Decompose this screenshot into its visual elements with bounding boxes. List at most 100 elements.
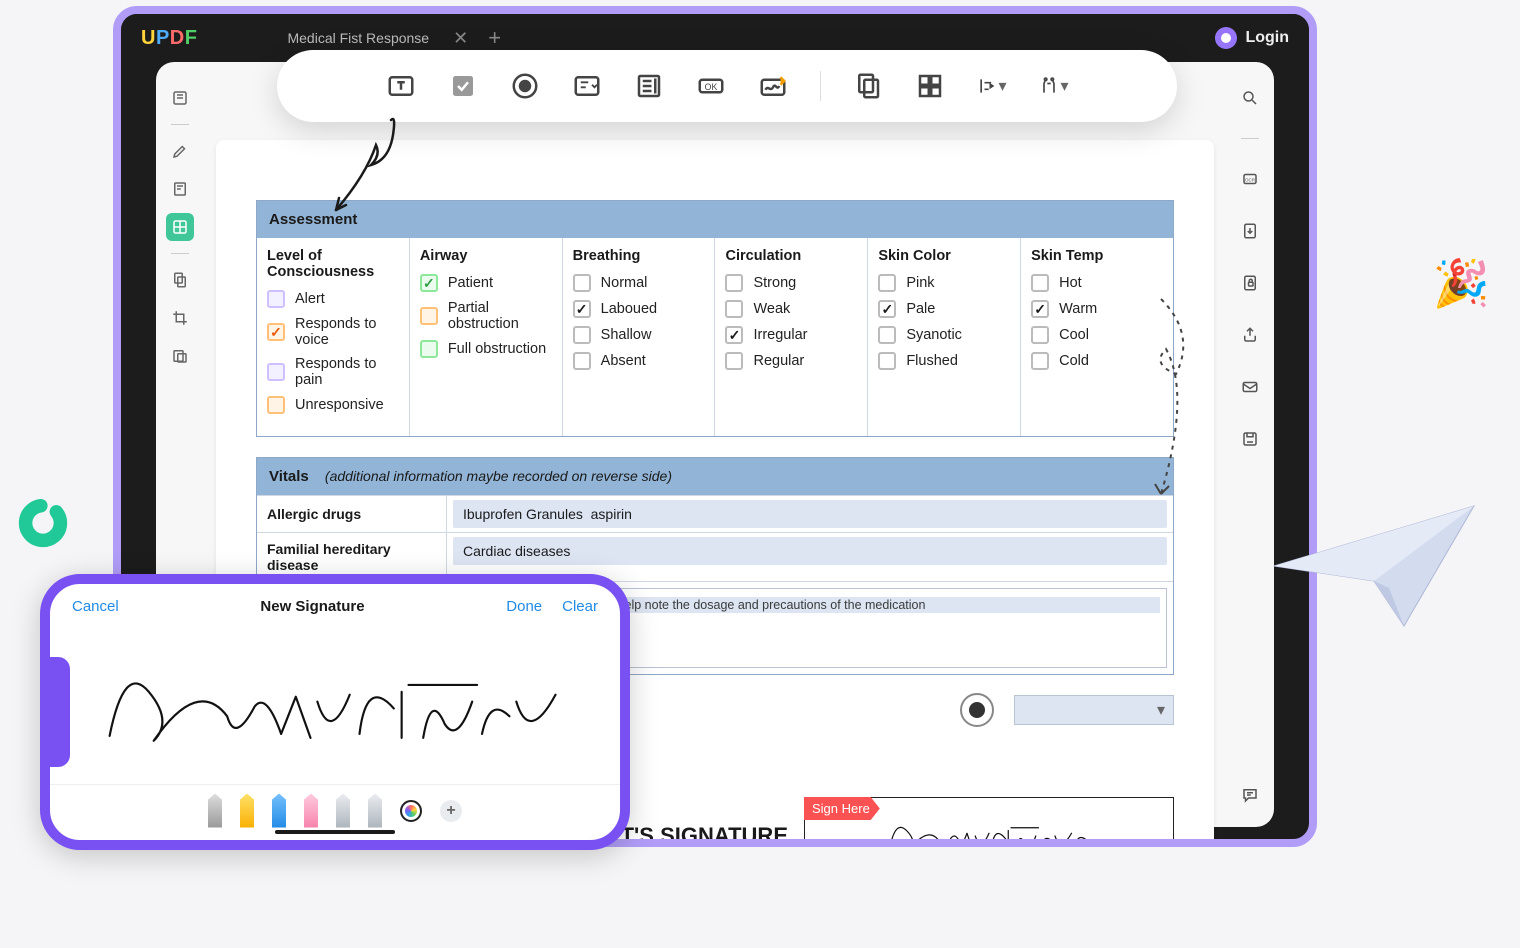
rail-divider	[1241, 138, 1259, 139]
pen-tool-blue[interactable]	[272, 794, 286, 828]
checkbox[interactable]	[878, 274, 896, 292]
checkbox-tool-icon[interactable]	[448, 71, 478, 101]
search-icon[interactable]	[1236, 84, 1264, 112]
checkbox[interactable]	[573, 300, 591, 318]
allergic-input[interactable]	[453, 500, 1167, 528]
tab-close-icon[interactable]: ✕	[453, 28, 468, 49]
listbox-tool-icon[interactable]	[634, 71, 664, 101]
dropdown-tool-icon[interactable]	[572, 71, 602, 101]
col-header: Airway	[420, 248, 552, 264]
allergic-label: Allergic drugs	[257, 496, 447, 532]
checkbox[interactable]	[725, 352, 743, 370]
button-tool-icon[interactable]: OK	[696, 71, 726, 101]
phone-mockup: Cancel New Signature Done Clear +	[40, 574, 630, 850]
phone-notch	[50, 657, 70, 767]
annotate-tool-icon[interactable]	[166, 137, 194, 165]
hand-drawn-arrow-icon	[321, 110, 411, 230]
signature-preview	[879, 806, 1099, 848]
ocr-icon[interactable]: OCR	[1236, 165, 1264, 193]
email-icon[interactable]	[1236, 373, 1264, 401]
pencil-tool[interactable]	[336, 794, 350, 828]
share-icon[interactable]	[1236, 321, 1264, 349]
checkbox[interactable]	[573, 326, 591, 344]
checkbox[interactable]	[573, 352, 591, 370]
clear-button[interactable]: Clear	[562, 598, 598, 615]
ruler-tool[interactable]	[368, 794, 382, 828]
col-header: Skin Color	[878, 248, 1010, 264]
login-label: Login	[1245, 29, 1289, 47]
checkbox[interactable]	[725, 326, 743, 344]
align-tool-icon[interactable]: ▾	[977, 71, 1007, 101]
col-skin-color: Skin Color Pink Pale Syanotic Flushed	[868, 238, 1021, 436]
checkbox[interactable]	[420, 340, 438, 358]
eraser-tool[interactable]	[304, 794, 318, 828]
copy-tool-icon[interactable]	[853, 71, 883, 101]
checkbox[interactable]	[267, 290, 285, 308]
pen-tool-highlighter[interactable]	[240, 794, 254, 828]
convert-icon[interactable]	[1236, 217, 1264, 245]
text-field-tool-icon[interactable]	[386, 71, 416, 101]
checkbox[interactable]	[725, 274, 743, 292]
comment-icon[interactable]	[1236, 781, 1264, 809]
checkbox[interactable]	[1031, 274, 1049, 292]
hereditary-input[interactable]	[453, 537, 1167, 565]
sign-here-tag: Sign Here	[804, 797, 880, 820]
dialog-title: New Signature	[260, 598, 364, 615]
col-header: Breathing	[573, 248, 705, 264]
checkbox[interactable]	[267, 323, 285, 341]
checkbox[interactable]	[420, 274, 438, 292]
new-tab-button[interactable]: +	[488, 25, 501, 51]
edit-tool-icon[interactable]	[166, 175, 194, 203]
checkbox[interactable]	[878, 352, 896, 370]
organize-tool-icon[interactable]	[166, 266, 194, 294]
radio-tool-icon[interactable]	[510, 71, 540, 101]
vitals-header: Vitals (additional information maybe rec…	[257, 458, 1173, 495]
checkbox[interactable]	[1031, 326, 1049, 344]
col-loc: Level of Consciousness Alert Responds to…	[257, 238, 410, 436]
grid-tool-icon[interactable]	[915, 71, 945, 101]
toolbar-divider	[820, 71, 821, 101]
protect-icon[interactable]	[1236, 269, 1264, 297]
col-header: Level of Consciousness	[267, 248, 399, 280]
form-tool-icon[interactable]	[166, 213, 194, 241]
reader-tool-icon[interactable]	[166, 84, 194, 112]
cancel-button[interactable]: Cancel	[72, 598, 119, 615]
checkbox[interactable]	[878, 300, 896, 318]
signature-field[interactable]: Sign Here	[804, 797, 1174, 847]
crop-tool-icon[interactable]	[166, 304, 194, 332]
signature-label: T'S SIGNATURE	[621, 823, 788, 847]
checkbox[interactable]	[573, 274, 591, 292]
decorative-paper-plane-icon	[1264, 486, 1484, 636]
decorative-ring-icon	[14, 494, 72, 552]
checkbox[interactable]	[1031, 300, 1049, 318]
document-tab[interactable]: Medical Fist Response ✕	[287, 28, 468, 49]
app-logo: UPDF	[141, 27, 197, 50]
add-tool-button[interactable]: +	[440, 800, 462, 822]
col-breathing: Breathing Normal Laboued Shallow Absent	[563, 238, 716, 436]
checkbox[interactable]	[267, 363, 285, 381]
login-button[interactable]: Login	[1215, 27, 1289, 49]
col-circulation: Circulation Strong Weak Irregular Regula…	[715, 238, 868, 436]
redact-tool-icon[interactable]	[166, 342, 194, 370]
signature-canvas[interactable]	[50, 629, 620, 784]
checkbox[interactable]	[267, 396, 285, 414]
dropdown-control[interactable]	[1014, 695, 1174, 725]
home-indicator	[275, 830, 395, 834]
checkbox[interactable]	[878, 326, 896, 344]
save-icon[interactable]	[1236, 425, 1264, 453]
decorative-confetti-icon: 🎉	[1433, 256, 1490, 311]
checkbox[interactable]	[725, 300, 743, 318]
dashed-arrow-icon	[1121, 294, 1201, 504]
signature-tool-row: +	[50, 784, 620, 836]
right-tool-rail: OCR	[1226, 62, 1274, 827]
checkbox[interactable]	[420, 307, 438, 325]
color-picker[interactable]	[400, 800, 422, 822]
done-button[interactable]: Done	[506, 598, 542, 615]
radio-control[interactable]	[960, 693, 994, 727]
signature-tool-icon[interactable]	[758, 71, 788, 101]
user-avatar-icon	[1215, 27, 1237, 49]
col-header: Circulation	[725, 248, 857, 264]
pen-tool-black[interactable]	[208, 794, 222, 828]
checkbox[interactable]	[1031, 352, 1049, 370]
tools-menu-icon[interactable]: ▾	[1039, 71, 1069, 101]
